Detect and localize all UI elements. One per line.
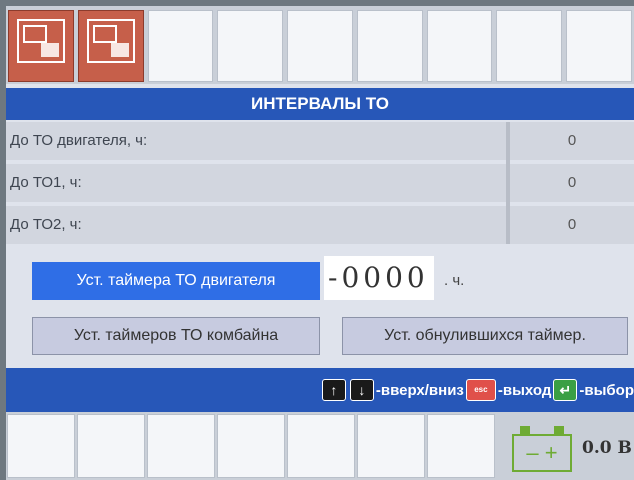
battery-symbol: – + bbox=[512, 434, 572, 472]
bottom-slot-4[interactable] bbox=[217, 414, 285, 478]
toolbar-slot-3[interactable] bbox=[147, 10, 214, 82]
battery-terminal bbox=[520, 426, 530, 434]
toolbar-slot-5[interactable] bbox=[287, 10, 353, 82]
select-hint: -выбор bbox=[579, 381, 634, 399]
bottom-slot-1[interactable] bbox=[7, 414, 75, 478]
arrow-up-key-icon: ↑ bbox=[321, 379, 346, 401]
arrow-down-key-icon: ↓ bbox=[349, 379, 374, 401]
tool-button-2[interactable] bbox=[77, 10, 144, 82]
hint-bar: ↑ ↓ -вверх/вниз esc -выход ↵ -выбор bbox=[6, 368, 634, 412]
battery-voltage: 0.0 В bbox=[582, 438, 632, 458]
toolbar-slot-8[interactable] bbox=[496, 10, 563, 82]
engine-timer-input[interactable]: -0000 bbox=[324, 256, 434, 300]
display-screen: ИНТЕРВАЛЫ ТО До ТО двигателя, ч: 0 До ТО… bbox=[6, 6, 634, 480]
toolbar-slot-7[interactable] bbox=[426, 10, 493, 82]
config-tool-icon bbox=[86, 19, 135, 63]
table-row: До ТО1, ч: 0 bbox=[6, 164, 634, 202]
toolbar-slot-4[interactable] bbox=[217, 10, 284, 82]
engine-timer-button[interactable]: Уст. таймера ТО двигателя bbox=[32, 262, 320, 300]
reset-timers-button[interactable]: Уст. обнулившихся таймер. bbox=[342, 317, 628, 355]
battery-terminal bbox=[554, 426, 564, 434]
intervals-table: До ТО двигателя, ч: 0 До ТО1, ч: 0 До ТО… bbox=[6, 122, 634, 244]
battery-icon: – + bbox=[512, 424, 572, 474]
bottom-slot-5[interactable] bbox=[287, 414, 355, 478]
toolbar-slot-9[interactable] bbox=[566, 10, 633, 82]
row-label: До ТО1, ч: bbox=[6, 164, 506, 202]
timer-unit-label: . ч. bbox=[444, 272, 465, 289]
page-title: ИНТЕРВАЛЫ ТО bbox=[6, 88, 634, 120]
row-label: До ТО двигателя, ч: bbox=[6, 122, 506, 160]
esc-key-icon: esc bbox=[465, 379, 496, 401]
up-down-hint: -вверх/вниз bbox=[375, 381, 464, 399]
row-value: 0 bbox=[510, 122, 634, 160]
exit-hint: -выход bbox=[497, 381, 552, 399]
tool-button-1[interactable] bbox=[8, 10, 74, 82]
combine-timers-button[interactable]: Уст. таймеров ТО комбайна bbox=[32, 317, 320, 355]
settings-tool-icon bbox=[17, 19, 65, 63]
table-row: До ТО двигателя, ч: 0 bbox=[6, 122, 634, 160]
row-value: 0 bbox=[510, 164, 634, 202]
key-hints: ↑ ↓ -вверх/вниз esc -выход ↵ -выбор bbox=[320, 378, 634, 402]
row-value: 0 bbox=[510, 206, 634, 244]
bottom-slot-2[interactable] bbox=[77, 414, 145, 478]
top-toolbar bbox=[6, 6, 634, 84]
enter-key-icon: ↵ bbox=[553, 379, 578, 401]
row-label: До ТО2, ч: bbox=[6, 206, 506, 244]
bottom-slot-7[interactable] bbox=[427, 414, 495, 478]
table-row: До ТО2, ч: 0 bbox=[6, 206, 634, 244]
bottom-slot-6[interactable] bbox=[357, 414, 425, 478]
bottom-slot-3[interactable] bbox=[147, 414, 215, 478]
toolbar-slot-6[interactable] bbox=[356, 10, 423, 82]
column-divider bbox=[506, 122, 510, 244]
